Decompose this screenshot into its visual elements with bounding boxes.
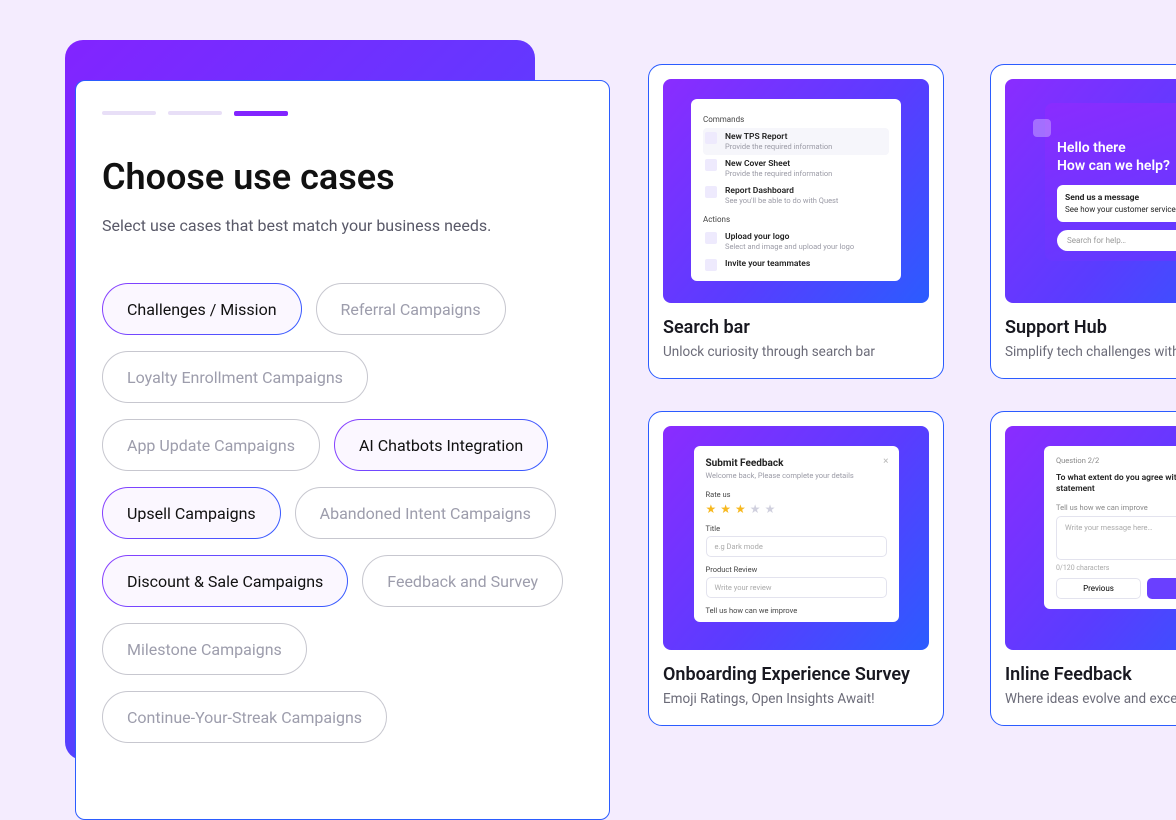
template-card-support[interactable]: Hello thereHow can we help? Send us a me… [990, 64, 1176, 379]
command-item: New TPS ReportProvide the required infor… [703, 128, 889, 155]
support-widget: Hello thereHow can we help? Send us a me… [1045, 103, 1176, 261]
improve-label: Tell us how we can improve [1056, 503, 1176, 512]
char-counter: 0/120 characters [1056, 564, 1176, 572]
form-subtitle: Welcome back, Please complete your detai… [706, 471, 887, 480]
command-icon [705, 232, 717, 244]
chip-list: Challenges / Mission Referral Campaigns Lo… [102, 283, 583, 743]
chip-discount-sale-campaigns[interactable]: Discount & Sale Campaigns [102, 555, 348, 607]
template-grid: Commands New TPS ReportProvide the requi… [648, 64, 1176, 726]
progress-step-3 [234, 111, 288, 116]
command-icon [705, 159, 717, 171]
question-text: To what extent do you agree with followi… [1056, 473, 1176, 495]
command-title: New Cover Sheet [725, 159, 832, 169]
chip-app-update-campaigns[interactable]: App Update Campaigns [102, 419, 320, 471]
field-label: Title [706, 524, 887, 533]
template-card-survey[interactable]: × Submit Feedback Welcome back, Please c… [648, 411, 944, 726]
chip-loyalty-enrollment-campaigns[interactable]: Loyalty Enrollment Campaigns [102, 351, 368, 403]
command-item: New Cover SheetProvide the required info… [703, 155, 889, 182]
chip-referral-campaigns[interactable]: Referral Campaigns [316, 283, 506, 335]
command-icon [705, 132, 717, 144]
star-icon: ★ [735, 502, 746, 516]
previous-button: Previous [1056, 578, 1141, 599]
chip-continue-your-streak-campaigns[interactable]: Continue-Your-Streak Campaigns [102, 691, 387, 743]
title-input: e.g Dark mode [706, 536, 887, 557]
preview-survey: × Submit Feedback Welcome back, Please c… [663, 426, 929, 650]
command-icon [705, 259, 717, 271]
chip-challenges-mission[interactable]: Challenges / Mission [102, 283, 302, 335]
message-textarea: Write your message here… [1056, 516, 1176, 560]
template-card-search[interactable]: Commands New TPS ReportProvide the requi… [648, 64, 944, 379]
star-icon: ★ [706, 502, 717, 516]
group-label: Actions [703, 215, 889, 224]
help-search: Search for help… [1057, 230, 1176, 251]
chip-upsell-campaigns[interactable]: Upsell Campaigns [102, 487, 281, 539]
group-label: Commands [703, 115, 889, 124]
field-label: Product Review [706, 565, 887, 574]
card-subtitle: Simplify tech challenges with [1005, 344, 1176, 360]
preview-search: Commands New TPS ReportProvide the requi… [663, 79, 929, 303]
command-palette: Commands New TPS ReportProvide the requi… [691, 99, 901, 281]
command-sub: Select and image and upload your logo [725, 242, 854, 251]
support-heading: Hello thereHow can we help? [1057, 139, 1176, 175]
chip-feedback-and-survey[interactable]: Feedback and Survey [362, 555, 563, 607]
logo-icon [1033, 119, 1051, 137]
command-sub: Provide the required information [725, 142, 832, 151]
progress-bar [102, 111, 583, 116]
chip-milestone-campaigns[interactable]: Milestone Campaigns [102, 623, 307, 675]
card-title: Onboarding Experience Survey [663, 664, 929, 685]
command-title: Upload your logo [725, 232, 854, 242]
feedback-form: × Submit Feedback Welcome back, Please c… [694, 446, 899, 622]
message-card: Send us a message See how your customer … [1057, 185, 1176, 222]
card-title: Inline Feedback [1005, 664, 1176, 685]
command-item: Invite your teammates [703, 255, 889, 275]
chip-ai-chatbots-integration[interactable]: AI Chatbots Integration [334, 419, 548, 471]
preview-support: Hello thereHow can we help? Send us a me… [1005, 79, 1176, 303]
star-icon: ★ [750, 502, 761, 516]
template-card-inline[interactable]: Question 2/2 To what extent do you agree… [990, 411, 1176, 726]
question-counter: Question 2/2 [1056, 456, 1176, 465]
chip-abandoned-intent-campaigns[interactable]: Abandoned Intent Campaigns [295, 487, 556, 539]
page-subtitle: Select use cases that best match your bu… [102, 216, 583, 235]
page-title: Choose use cases [102, 156, 583, 198]
review-input: Write your review [706, 577, 887, 598]
field-label: Tell us how can we improve [706, 606, 887, 615]
command-item: Report DashboardSee you'll be able to do… [703, 182, 889, 209]
card-subtitle: Emoji Ratings, Open Insights Await! [663, 691, 929, 707]
command-title: Invite your teammates [725, 259, 810, 269]
close-icon: × [883, 456, 888, 467]
command-sub: See you'll be able to do with Quest [725, 196, 838, 205]
command-item: Upload your logoSelect and image and upl… [703, 228, 889, 255]
progress-step-1 [102, 111, 156, 115]
command-title: New TPS Report [725, 132, 832, 142]
message-title: Send us a message [1065, 193, 1176, 203]
next-button: S [1147, 578, 1176, 599]
command-title: Report Dashboard [725, 186, 838, 196]
star-rating: ★ ★ ★ ★ ★ [706, 502, 887, 516]
form-title: Submit Feedback [706, 458, 887, 469]
preview-inline: Question 2/2 To what extent do you agree… [1005, 426, 1176, 650]
star-icon: ★ [765, 502, 776, 516]
inline-form: Question 2/2 To what extent do you agree… [1044, 446, 1176, 609]
progress-step-2 [168, 111, 222, 115]
card-title: Support Hub [1005, 317, 1176, 338]
card-title: Search bar [663, 317, 929, 338]
card-subtitle: Where ideas evolve and excel [1005, 691, 1176, 707]
rate-label: Rate us [706, 490, 887, 499]
command-icon [705, 186, 717, 198]
use-cases-card: Choose use cases Select use cases that b… [75, 80, 610, 820]
button-row: Previous S [1056, 578, 1176, 599]
card-subtitle: Unlock curiosity through search bar [663, 344, 929, 360]
command-sub: Provide the required information [725, 169, 832, 178]
star-icon: ★ [720, 502, 731, 516]
message-sub: See how your customer service solution w [1065, 205, 1176, 214]
